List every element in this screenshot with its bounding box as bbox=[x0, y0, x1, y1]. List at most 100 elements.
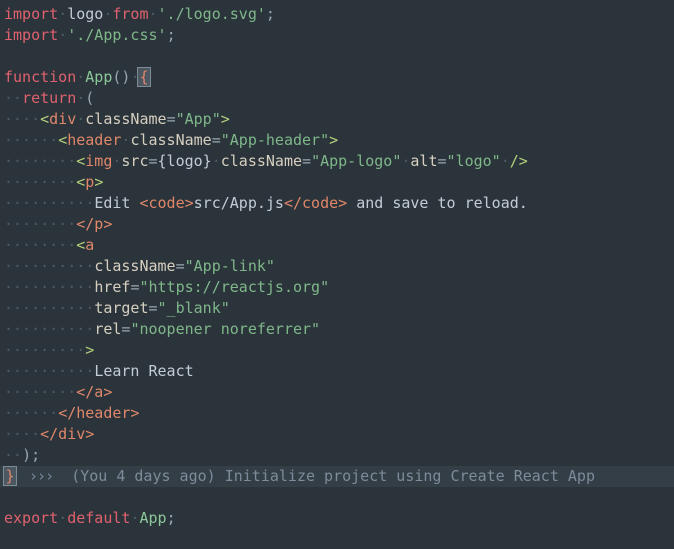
jsx-close-bracket: > bbox=[85, 341, 95, 359]
jsx-tag-p: p bbox=[85, 173, 95, 191]
jsx-attr-value-classname: "App-logo" bbox=[311, 152, 402, 170]
code-editor-pane[interactable]: import·logo·from·'./logo.svg'; import·'.… bbox=[0, 0, 674, 549]
close-paren: ) bbox=[22, 446, 32, 464]
indent-dot: · bbox=[58, 5, 68, 23]
code-line-22[interactable]: ··); bbox=[0, 445, 674, 466]
jsx-text-learn-react: Learn React bbox=[94, 362, 194, 380]
jsx-closing-tag-a: </a> bbox=[76, 383, 113, 401]
indent-guide: ·········· bbox=[4, 194, 95, 212]
jsx-attr-value: "_blank" bbox=[157, 299, 230, 317]
matching-brace-close-highlight[interactable]: } bbox=[3, 466, 17, 486]
code-content[interactable]: import·logo·from·'./logo.svg'; import·'.… bbox=[0, 4, 674, 529]
code-line-20[interactable]: ······</header> bbox=[0, 403, 674, 424]
keyword-from: from bbox=[112, 5, 149, 23]
code-line-17[interactable]: ·········> bbox=[0, 340, 674, 361]
jsx-closing-tag-header: </header> bbox=[58, 404, 140, 422]
code-line-2[interactable]: import·'./App.css'; bbox=[0, 25, 674, 46]
indent-guide: ········ bbox=[4, 341, 77, 359]
jsx-open-bracket: < bbox=[76, 236, 86, 254]
indent-guide: ·········· bbox=[4, 320, 95, 338]
jsx-text-reload: and save to reload. bbox=[347, 194, 528, 212]
indent-guide: ···· bbox=[4, 425, 41, 443]
import-binding: logo bbox=[67, 5, 104, 23]
jsx-attr-value: "App" bbox=[175, 110, 221, 128]
jsx-tag-code-close: </code> bbox=[283, 194, 348, 212]
code-line-6[interactable]: ····<div·className="App"> bbox=[0, 109, 674, 130]
code-line-11[interactable]: ········</p> bbox=[0, 214, 674, 235]
exported-identifier-app: App bbox=[139, 509, 167, 527]
jsx-attr-classname: className bbox=[130, 131, 212, 149]
equals-sign: = bbox=[148, 299, 158, 317]
jsx-attr-classname: className bbox=[85, 110, 167, 128]
jsx-attr-value-url: "https://reactjs.org" bbox=[139, 278, 330, 296]
indent-dot: · bbox=[500, 152, 510, 170]
equals-sign: = bbox=[175, 257, 185, 275]
equals-sign: = bbox=[166, 110, 176, 128]
code-line-18[interactable]: ··········Learn React bbox=[0, 361, 674, 382]
jsx-open-bracket: < bbox=[76, 173, 86, 191]
code-line-12[interactable]: ········<a bbox=[0, 235, 674, 256]
git-blame-arrows-icon[interactable]: ››› bbox=[29, 467, 54, 485]
jsx-attr-alt: alt bbox=[410, 152, 438, 170]
indent-guide: ···· bbox=[4, 110, 41, 128]
jsx-attr-value: "noopener noreferrer" bbox=[130, 320, 321, 338]
code-line-5[interactable]: ··return·( bbox=[0, 88, 674, 109]
keyword-default: default bbox=[67, 509, 131, 527]
module-path-string: './logo.svg' bbox=[157, 5, 266, 23]
indent-dot: · bbox=[76, 110, 86, 128]
blame-gutter: } bbox=[0, 466, 20, 487]
code-line-25[interactable]: export·default·App; bbox=[0, 508, 674, 529]
code-line-15[interactable]: ··········target="_blank" bbox=[0, 298, 674, 319]
jsx-attr-value: "App-link" bbox=[184, 257, 275, 275]
indent-dot: · bbox=[76, 341, 86, 359]
jsx-attr-target: target bbox=[94, 299, 149, 317]
code-line-21[interactable]: ····</div> bbox=[0, 424, 674, 445]
jsx-text-filepath: src/App.js bbox=[193, 194, 284, 212]
code-line-3-blank[interactable] bbox=[0, 46, 674, 67]
jsx-open-bracket: < bbox=[76, 152, 86, 170]
jsx-tag-img: img bbox=[85, 152, 113, 170]
matching-brace-open-highlight[interactable]: { bbox=[137, 67, 151, 87]
equals-sign: = bbox=[148, 152, 158, 170]
equals-sign: = bbox=[211, 131, 221, 149]
code-line-19[interactable]: ········</a> bbox=[0, 382, 674, 403]
jsx-expression-logo: {logo} bbox=[157, 152, 212, 170]
semicolon: ; bbox=[166, 26, 176, 44]
code-line-1[interactable]: import·logo·from·'./logo.svg'; bbox=[0, 4, 674, 25]
jsx-tag-header: header bbox=[67, 131, 122, 149]
code-line-4[interactable]: function·App()·{ bbox=[0, 67, 674, 88]
indent-guide: ·········· bbox=[4, 257, 95, 275]
indent-dot: · bbox=[58, 26, 68, 44]
indent-dot: · bbox=[76, 68, 86, 86]
jsx-close-bracket: > bbox=[220, 110, 230, 128]
code-line-10[interactable]: ··········Edit <code>src/App.js</code> a… bbox=[0, 193, 674, 214]
jsx-open-bracket: < bbox=[58, 131, 68, 149]
code-line-16[interactable]: ··········rel="noopener noreferrer" bbox=[0, 319, 674, 340]
indent-dot: · bbox=[211, 152, 221, 170]
module-path-string: './App.css' bbox=[67, 26, 167, 44]
semicolon: ; bbox=[31, 446, 41, 464]
indent-guide: ········ bbox=[4, 173, 77, 191]
jsx-attr-value-alt: "logo" bbox=[446, 152, 501, 170]
indent-guide: ·· bbox=[4, 89, 23, 107]
git-blame-annotation[interactable]: (You 4 days ago) Initialize project usin… bbox=[71, 467, 595, 485]
function-name-app: App bbox=[85, 68, 113, 86]
jsx-attr-classname: className bbox=[94, 257, 176, 275]
code-line-13[interactable]: ··········className="App-link" bbox=[0, 256, 674, 277]
indent-guide: ·········· bbox=[4, 278, 95, 296]
indent-dot: · bbox=[58, 509, 68, 527]
code-line-23-with-git-blame[interactable]: } ››› (You 4 days ago) Initialize projec… bbox=[0, 466, 674, 487]
code-line-14[interactable]: ··········href="https://reactjs.org" bbox=[0, 277, 674, 298]
jsx-text-edit: Edit bbox=[94, 194, 140, 212]
jsx-closing-tag-div: </div> bbox=[40, 425, 95, 443]
code-line-24-blank[interactable] bbox=[0, 487, 674, 508]
jsx-self-closing-bracket: /> bbox=[509, 152, 528, 170]
semicolon: ; bbox=[166, 509, 176, 527]
indent-guide: ········ bbox=[4, 152, 77, 170]
jsx-attr-classname: className bbox=[220, 152, 303, 170]
code-line-7[interactable]: ······<header·className="App-header"> bbox=[0, 130, 674, 151]
code-line-8[interactable]: ········<img·src={logo}·className="App-l… bbox=[0, 151, 674, 172]
jsx-attr-value: "App-header" bbox=[220, 131, 330, 149]
jsx-close-bracket: > bbox=[94, 173, 104, 191]
code-line-9[interactable]: ········<p> bbox=[0, 172, 674, 193]
